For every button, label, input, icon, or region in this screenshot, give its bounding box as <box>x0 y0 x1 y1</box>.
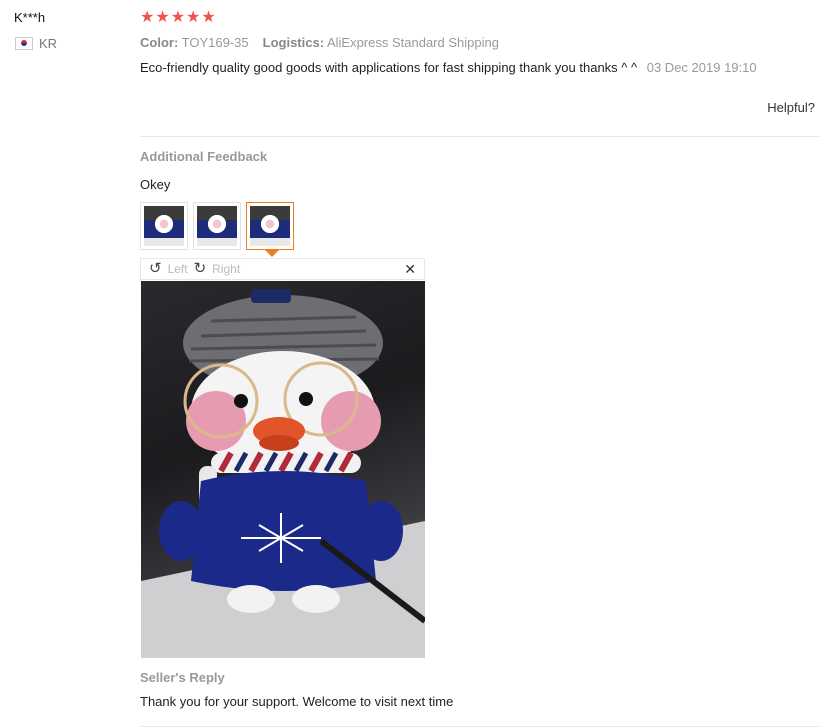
feedback-thumbnail[interactable] <box>193 202 241 250</box>
duck-plush-photo <box>141 289 425 658</box>
korea-flag-icon <box>15 37 33 50</box>
star-icon: ★ <box>201 9 216 26</box>
color-info: Color: TOY169-35 <box>140 35 249 50</box>
thumbnail-image <box>197 206 237 246</box>
rotate-right-label[interactable]: Right <box>212 262 240 276</box>
additional-feedback-title: Additional Feedback <box>140 149 268 164</box>
review-text: Eco-friendly quality good goods with app… <box>140 60 638 75</box>
close-icon[interactable]: ✕ <box>404 261 416 278</box>
star-icon: ★ <box>186 9 201 26</box>
reviewer-country: KR <box>15 36 57 51</box>
star-icon: ★ <box>170 9 186 26</box>
star-icon: ★ <box>140 9 155 26</box>
additional-feedback-text: Okey <box>140 177 171 192</box>
divider <box>140 136 819 137</box>
review-content: Eco-friendly quality good goods with app… <box>140 60 757 75</box>
color-value: TOY169-35 <box>181 35 249 50</box>
feedback-thumbnail[interactable] <box>140 202 188 250</box>
active-thumbnail-caret <box>265 250 279 257</box>
review-meta: Color: TOY169-35 Logistics: AliExpress S… <box>140 35 499 50</box>
seller-reply-text: Thank you for your support. Welcome to v… <box>140 694 454 709</box>
thumbnail-image <box>144 206 184 246</box>
helpful-button[interactable]: Helpful? <box>767 100 815 115</box>
country-code: KR <box>39 36 58 51</box>
logistics-value: AliExpress Standard Shipping <box>326 35 499 50</box>
star-icon: ★ <box>155 9 170 26</box>
color-label: Color: <box>140 35 179 50</box>
rating-stars: ★ ★ ★ ★ ★ <box>140 9 216 27</box>
image-viewer-toolbar: ↺ Left ↻ Right ✕ <box>140 258 425 280</box>
rotate-left-icon[interactable]: ↺ <box>149 261 162 276</box>
rotate-right-icon[interactable]: ↻ <box>194 261 207 276</box>
feedback-thumbnails <box>140 202 294 250</box>
seller-reply-title: Seller's Reply <box>140 670 225 685</box>
reviewer-name: K***h <box>14 10 46 25</box>
review-photo <box>141 281 425 658</box>
thumbnail-image <box>250 206 290 246</box>
logistics-label: Logistics: <box>262 35 325 50</box>
feedback-thumbnail-active[interactable] <box>246 202 294 250</box>
logistics-info: Logistics: AliExpress Standard Shipping <box>263 35 499 50</box>
review-date: 03 Dec 2019 19:10 <box>646 60 757 75</box>
divider <box>140 726 819 727</box>
rotate-left-label[interactable]: Left <box>168 262 188 276</box>
